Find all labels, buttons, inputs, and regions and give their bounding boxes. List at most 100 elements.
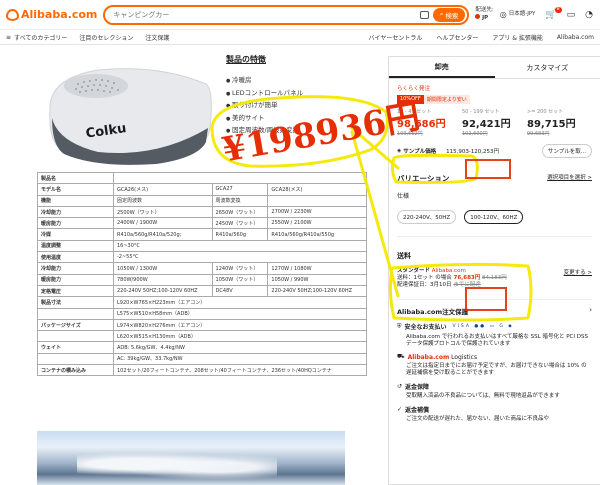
account-icon[interactable]: ◔ [585,10,593,20]
spec-value: 固定周波数 [113,194,213,207]
messages-icon[interactable]: ▭ [567,10,576,20]
alibaba-logo-icon [6,8,19,21]
tab-customize[interactable]: カスタマイズ [495,57,600,78]
get-sample-button[interactable]: サンプルを取... [541,144,592,158]
nav-buyer-central[interactable]: バイヤーセントラル [369,33,423,42]
nav-all-categories[interactable]: すべてのカテゴリー [14,33,67,42]
shield-icon: ⛨ [397,322,402,330]
spec-value: 2550W / 2100W [267,217,367,230]
spec-value: R410a/560g/R410a/520g; [113,228,213,241]
purchase-panel: 卸売 カスタマイズ らくらく発注 10%OFF 期間限定より安い 10 - 49… [388,56,600,485]
spec-row: AC: 39kg/GW、33.7kg/NW [37,352,367,366]
feature-item: 取り付けが簡単 [226,100,366,113]
spec-value: 2500W（ワット） [113,205,213,219]
spec-value: ADB: 5.6kg/GW、4.4kg/NW [113,341,367,354]
spec-value: R410a/560g/R410a/550g [267,228,367,241]
chevron-right-icon[interactable]: › [589,306,592,316]
spec-row: 暖房能力 2400W / 1900W 2450W（ワット） 2550W / 2100W [37,217,367,230]
category-nav: ≡ すべてのカテゴリー 注目のセレクション 注文保護 バイヤーセントラル ヘルプ… [0,30,600,45]
easy-order-label: らくらく発注 [397,86,431,92]
spec-row: 暖房能力 780W/900W 1050W（ワット） 1050W / 990W [37,273,367,286]
product-features: 製品の特徴 冷暖房 LEDコントロールパネル 取り付けが簡単 美的サイト 固定周… [226,54,366,138]
menu-icon[interactable]: ≡ [6,34,11,41]
spec-row: 温度調整 16~30°C [37,239,367,253]
spec-key: モデル名 [37,183,114,196]
spec-key: 定格電圧 [37,284,114,298]
spec-key: ウェイト [37,341,114,354]
spec-key [37,352,114,366]
nav-help-center[interactable]: ヘルプセンター [436,33,478,42]
search-input[interactable] [113,10,420,19]
spec-row: L620×W515×H130mm（ADB） [37,330,367,343]
truck-icon: ⛟ [397,353,405,360]
spec-key [37,330,114,343]
sample-label: サンプル価格 [403,149,437,155]
nav-app[interactable]: アプリ & 拡張機能 [492,33,543,42]
spec-row: L575×W510×H58mm（ADB） [37,307,367,320]
product-sky-image [37,431,345,485]
discount-banner: 10%OFF 期間限定より安い [397,95,592,104]
spec-row: 製品名 [37,171,367,185]
spec-key: 暖房能力 [37,217,114,230]
features-title: 製品の特徴 [226,55,266,64]
search-bar: ⌕検索 [103,4,470,25]
spec-row: 機能 固定周波数 周波数変換 [37,194,367,207]
rv-air-conditioner-image: Colku [49,68,212,165]
cart-icon[interactable]: 🛒 8 [545,6,562,20]
return-icon: ↺ [397,383,403,390]
price-tier: 50 - 199 セット 92,421円 102,690円 [462,109,511,137]
deliver-to[interactable]: 配送先: JP [475,7,494,22]
spec-key: コンテナの積み込み [37,364,114,377]
spec-value: 1050W（ワット） [211,273,269,286]
spec-row: 製品寸法 L920×W765×H223mm（エアコン） [37,296,367,309]
spec-option[interactable]: 220-240V、50HZ [397,210,457,224]
spec-value: -2~55°C [113,251,367,264]
select-options-link[interactable]: 選択項目を選択 > [547,173,592,184]
purchase-tabs: 卸売 カスタマイズ [389,57,600,79]
nav-order-protection[interactable]: 注文保護 [145,33,169,42]
spec-value: AC: 39kg/GW、33.7kg/NW [113,352,367,366]
spec-value: 102セット/20フィートコンテナ、208セット/40フィートコンテナ、236セ… [113,364,367,377]
spec-value: 2650W（ワット） [211,205,269,219]
camera-icon[interactable] [419,10,429,19]
globe-icon: ◎ [499,10,507,19]
top-header: Alibaba.com ⌕検索 配送先: JP ◎ 日本語-JPY 🛒8 ▭ ◔ [0,0,600,30]
spec-label: 仕様 [397,193,410,200]
language-selector[interactable]: ◎ 日本語-JPY [499,10,536,19]
spec-value: DC48V [211,284,269,298]
spec-option-selected[interactable]: 100-120V、60HZ [464,210,524,224]
sample-row: ◈ サンプル価格 115,903-120,253円 サンプルを取... [397,144,592,158]
spec-value: L620×W515×H130mm（ADB） [113,330,367,343]
spec-value [113,171,367,185]
search-icon: ⌕ [439,10,444,18]
nav-featured[interactable]: 注目のセレクション [79,33,133,42]
alibaba-logo[interactable]: Alibaba.com [6,8,97,21]
spec-key [37,307,114,320]
tab-wholesale[interactable]: 卸売 [389,57,495,78]
spec-value: 16~30°C [113,239,367,253]
spec-row: コンテナの積み込み 102セット/20フィートコンテナ、208セット/40フィート… [37,364,367,377]
spec-value: 周波数変換 [211,194,269,207]
spec-value: L920×W765×H223mm（エアコン） [113,296,367,309]
spec-key: 使用温度 [37,251,114,264]
spec-value: L974×W820×H276mm（エアコン） [113,318,367,332]
search-button[interactable]: ⌕ 検索 [432,7,466,22]
refund-icon: ✓ [397,406,403,413]
product-detail: Colku 製品の特徴 冷暖房 LEDコントロールパネル 取り付けが簡単 美的サ… [30,46,380,485]
change-shipping-link[interactable]: 変更する > [564,268,592,289]
spec-value [267,194,367,207]
spec-value: 2450W（ワット） [211,217,269,230]
spec-row: ウェイト ADB: 5.6kg/GW、4.4kg/NW [37,341,367,354]
spec-value: 220-240V 50HZ;100-120V 60HZ [267,284,367,298]
price-tiers: 10 - 49 セット 98,686円 109,652円 50 - 199 セッ… [397,108,592,137]
spec-value: 1050W / 1300W [113,262,213,275]
price-tier: >= 200 セット 89,715円 99,683円 [527,109,576,137]
nav-site[interactable]: Alibaba.com [557,34,594,41]
spec-row: 冷媒 R410a/560g/R410a/520g; R410a/560g R410a/… [37,228,367,241]
spec-key: パッケージサイズ [37,318,114,332]
sample-price: 115,903-120,253円 [446,149,500,155]
spec-row: 使用温度 -2~55°C [37,251,367,264]
spec-row: 冷却能力 2500W（ワット） 2650W（ワット） 2700W / 2230W [37,205,367,219]
order-protection-section: Alibaba.com注文保護 › ⛨ 安全なお支払い VISA ●● ▭ G ◆ A… [397,299,592,423]
spec-row: モデル名 GCA26(メス) GCA27 GCA28(メス) [37,183,367,196]
